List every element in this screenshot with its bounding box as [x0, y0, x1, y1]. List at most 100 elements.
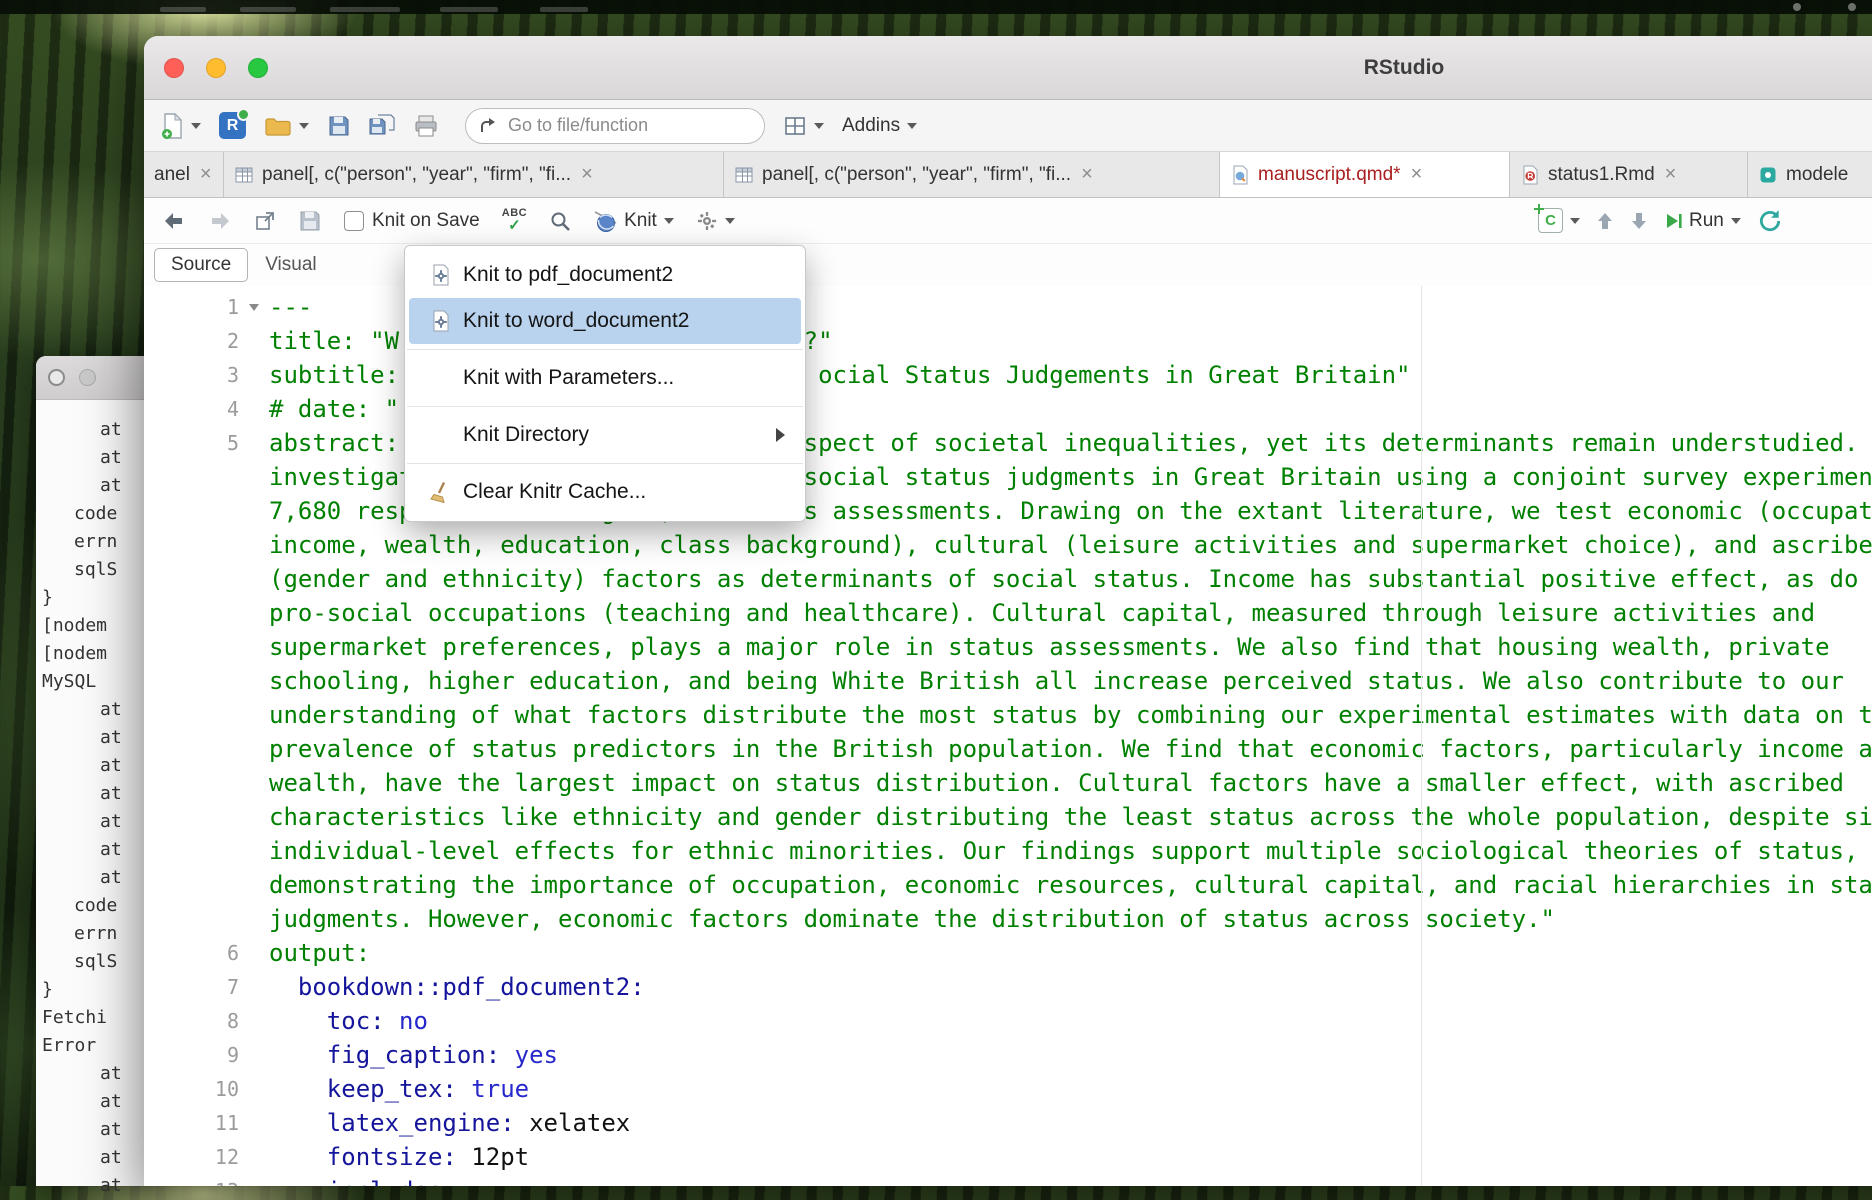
goto-icon	[478, 116, 498, 136]
code-text: demonstrating the importance of occupati…	[269, 871, 1872, 899]
menu-item-label: Knit to pdf_document2	[463, 263, 674, 286]
code-text: income, wealth, education, class backgro…	[269, 531, 1872, 559]
go-to-previous-section-button[interactable]	[1596, 211, 1614, 231]
editor-row: schooling, higher education, and being W…	[144, 664, 1872, 698]
window-button-icon[interactable]	[48, 369, 65, 386]
tab-label: manuscript.qmd*	[1258, 163, 1401, 185]
new-project-button[interactable]: R	[219, 108, 250, 139]
close-icon[interactable]: ×	[1081, 163, 1093, 186]
checkbox-icon[interactable]	[344, 210, 364, 231]
visual-mode-button[interactable]: Visual	[248, 248, 333, 282]
chevron-down-icon	[814, 122, 824, 129]
up-arrow-icon	[1596, 211, 1614, 231]
run-icon	[1664, 211, 1684, 231]
chevron-down-icon	[1570, 217, 1580, 224]
macos-menu-bar	[0, 0, 1872, 14]
menu-item-knit-directory[interactable]: Knit Directory	[409, 412, 801, 458]
editor-row: characteristics like ethnicity and gende…	[144, 800, 1872, 834]
menu-item-label: Knit Directory	[463, 423, 590, 446]
forward-button[interactable]	[208, 211, 232, 231]
menu-item-clear-knitr-cache[interactable]: Clear Knitr Cache...	[409, 469, 801, 515]
line-number: 1	[226, 295, 239, 319]
tab-label: status1.Rmd	[1548, 163, 1655, 185]
source-mode-button[interactable]: Source	[154, 248, 249, 282]
new-file-button[interactable]	[160, 112, 201, 139]
menu-item-label: Knit with Parameters...	[463, 366, 675, 389]
run-button[interactable]: Run	[1664, 210, 1741, 232]
editor-row: (gender and ethnicity) factors as determ…	[144, 562, 1872, 596]
goto-file-input[interactable]	[506, 114, 752, 137]
chevron-down-icon	[299, 122, 309, 129]
spellcheck-icon: ABC ✓	[501, 207, 528, 234]
editor-row: income, wealth, education, class backgro…	[144, 528, 1872, 562]
go-to-next-section-button[interactable]	[1630, 211, 1648, 231]
back-button[interactable]	[162, 211, 186, 231]
fold-arrow-icon[interactable]	[239, 303, 269, 311]
printer-icon	[413, 114, 439, 138]
code-text: includes:	[269, 1177, 457, 1186]
editor-row: 13 includes:	[144, 1174, 1872, 1186]
panes-grid-icon	[783, 114, 807, 138]
menu-item-knit-to-word-document2[interactable]: Knit to word_document2	[409, 298, 801, 344]
tab-status1-rmd[interactable]: status1.Rmd ×	[1510, 152, 1748, 197]
tab-label: anel	[154, 163, 190, 185]
window-titlebar[interactable]: RStudio	[144, 36, 1872, 100]
knit-doc-icon	[419, 310, 463, 332]
close-icon[interactable]: ×	[1665, 163, 1677, 186]
visual-label: Visual	[265, 254, 317, 275]
tab-anel[interactable]: anel ×	[144, 152, 224, 197]
editor-row: demonstrating the importance of occupati…	[144, 868, 1872, 902]
line-number: 10	[214, 1077, 239, 1101]
gear-icon	[696, 210, 718, 232]
tab-manuscript-qmd[interactable]: manuscript.qmd* ×	[1220, 152, 1510, 197]
print-button[interactable]	[413, 114, 439, 138]
tab-panel-c-person-year-firm[interactable]: panel[, c("person", "year", "firm", "fi.…	[224, 152, 724, 197]
close-icon[interactable]: ×	[581, 163, 593, 186]
panes-layout-button[interactable]	[783, 114, 824, 138]
find-replace-button[interactable]	[549, 210, 571, 232]
spellcheck-button[interactable]: ABC ✓	[501, 207, 528, 234]
chevron-down-icon	[907, 122, 918, 129]
chevron-down-icon	[663, 217, 674, 224]
code-text: fig_caption: yes	[269, 1041, 558, 1069]
menu-item-label: Knit to word_document2	[463, 309, 690, 332]
save-all-button[interactable]	[369, 114, 395, 138]
popout-button[interactable]	[254, 210, 276, 232]
editor-row: 11 latex_engine: xelatex	[144, 1106, 1872, 1140]
window-button-icon[interactable]	[79, 369, 96, 386]
menu-item-fragment	[240, 7, 296, 12]
addins-label: Addins	[842, 114, 901, 136]
menu-item-knit-with-parameters[interactable]: Knit with Parameters...	[409, 355, 801, 401]
line-number: 13	[144, 1179, 239, 1186]
main-toolbar: R Addins	[144, 100, 1872, 152]
knit-on-save-label: Knit on Save	[372, 209, 480, 231]
save-button[interactable]	[327, 114, 351, 138]
tab-label: modele	[1786, 163, 1849, 185]
knit-button[interactable]: Knit	[593, 209, 674, 233]
close-icon[interactable]: ×	[200, 163, 212, 186]
editor-row: judgments. However, economic factors dom…	[144, 902, 1872, 936]
margin-column-line	[1421, 286, 1422, 1186]
insert-chunk-button[interactable]: C	[1534, 204, 1580, 233]
knit-dropdown-menu: Knit to pdf_document2 Knit to word_docume…	[404, 245, 806, 522]
line-number: 4	[226, 397, 239, 421]
new-file-icon	[160, 112, 184, 139]
open-file-button[interactable]	[264, 114, 309, 138]
editor-row: 8 toc: no	[144, 1004, 1872, 1038]
code-text: supermarket preferences, plays a major r…	[269, 633, 1830, 661]
code-text: ---	[269, 293, 313, 321]
goto-file-search[interactable]	[465, 107, 765, 144]
addins-button[interactable]: Addins	[842, 114, 918, 137]
save-document-button[interactable]	[298, 209, 322, 233]
editor-row: 7 bookdown::pdf_document2:	[144, 970, 1872, 1004]
code-text: understanding of what factors distribute…	[269, 701, 1872, 729]
knit-options-button[interactable]	[696, 210, 735, 232]
menu-item-knit-to-pdf-document2[interactable]: Knit to pdf_document2	[409, 252, 801, 298]
close-icon[interactable]: ×	[1411, 163, 1423, 186]
knit-on-save-toggle[interactable]: Knit on Save	[344, 210, 480, 232]
tab-panel-c-person-year-firm[interactable]: panel[, c("person", "year", "firm", "fi.…	[724, 152, 1220, 197]
editor-row: individual-level effects for ethnic mino…	[144, 834, 1872, 868]
tab-modele[interactable]: modele	[1748, 152, 1872, 197]
rerun-button[interactable]	[1757, 208, 1783, 234]
editor-row: 9 fig_caption: yes	[144, 1038, 1872, 1072]
